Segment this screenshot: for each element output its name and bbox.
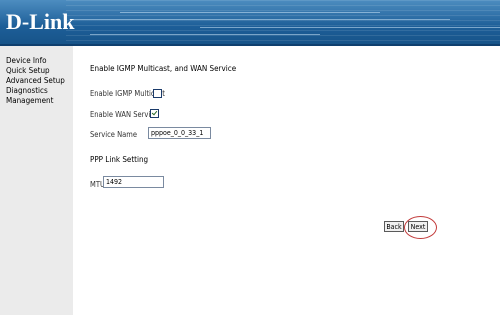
sidebar-item-management[interactable]: Management (6, 96, 73, 106)
sidebar-item-device-info[interactable]: Device Info (6, 56, 73, 66)
service-name-input[interactable] (148, 127, 211, 139)
sidebar: Device Info Quick Setup Advanced Setup D… (0, 46, 73, 315)
dlink-logo: D-Link (6, 9, 75, 34)
header-divider (0, 44, 500, 46)
header-streaks (66, 0, 500, 44)
ppp-section-title: PPP Link Setting (90, 155, 149, 164)
igmp-checkbox[interactable] (153, 89, 162, 98)
mtu-input[interactable] (103, 176, 164, 188)
header-banner: D-Link (0, 0, 500, 44)
sidebar-item-quick-setup[interactable]: Quick Setup (6, 66, 73, 76)
next-highlight-circle (404, 216, 437, 239)
wan-service-label: Enable WAN Service (90, 110, 159, 119)
service-name-label: Service Name (90, 130, 137, 139)
sidebar-item-advanced-setup[interactable]: Advanced Setup (6, 76, 73, 86)
section-title: Enable IGMP Multicast, and WAN Service (90, 64, 237, 73)
back-button[interactable]: Back (384, 221, 404, 232)
wan-service-checkbox[interactable] (150, 109, 159, 118)
sidebar-item-diagnostics[interactable]: Diagnostics (6, 86, 73, 96)
